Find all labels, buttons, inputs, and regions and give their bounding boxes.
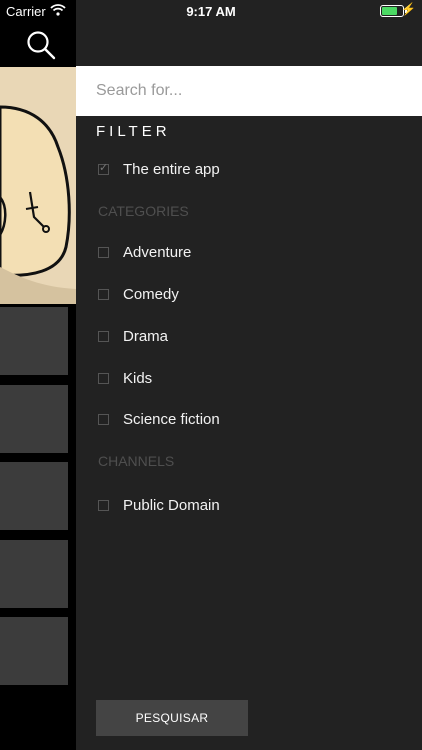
search-submit-button[interactable]: PESQUISAR <box>96 700 248 736</box>
checkbox-checked[interactable] <box>98 161 109 175</box>
checkbox[interactable] <box>98 413 109 425</box>
charging-bolt-icon: ⚡ <box>401 2 416 16</box>
background-content <box>0 0 76 750</box>
category-kids[interactable]: Kids <box>96 366 152 390</box>
channels-heading: CHANNELS <box>98 453 175 469</box>
clock: 9:17 AM <box>186 4 236 19</box>
channel-public-domain[interactable]: Public Domain <box>96 493 220 517</box>
category-label: Adventure <box>123 243 192 261</box>
category-adventure[interactable]: Adventure <box>96 240 191 264</box>
thumbnail-tile[interactable] <box>0 307 68 375</box>
channel-label: Public Domain <box>123 496 220 514</box>
thumbnail-tile[interactable] <box>0 540 68 608</box>
featured-thumbnail[interactable] <box>0 67 76 304</box>
checkbox[interactable] <box>98 372 109 384</box>
filter-option-entire-app[interactable]: The entire app <box>96 157 220 181</box>
thumbnail-tile[interactable] <box>0 462 68 530</box>
thumbnail-tile[interactable] <box>0 385 68 453</box>
search-icon[interactable] <box>24 28 58 62</box>
search-input[interactable]: Search for... <box>76 66 422 116</box>
checkbox[interactable] <box>98 330 109 342</box>
category-science-fiction[interactable]: Science fiction <box>96 407 220 431</box>
category-label: Drama <box>123 327 169 345</box>
thumbnail-tile[interactable] <box>0 617 68 685</box>
filter-title: FILTER <box>96 123 171 140</box>
checkbox[interactable] <box>98 499 109 511</box>
status-bar: Carrier 9:17 AM ⚡ <box>0 0 422 22</box>
category-comedy[interactable]: Comedy <box>96 282 179 306</box>
category-label: Science fiction <box>123 410 220 428</box>
category-label: Kids <box>123 369 153 387</box>
categories-heading: CATEGORIES <box>98 203 189 219</box>
battery-fill <box>382 7 398 15</box>
category-label: Comedy <box>123 285 179 303</box>
category-drama[interactable]: Drama <box>96 324 168 348</box>
checkbox[interactable] <box>98 288 109 300</box>
filter-option-label: The entire app <box>123 160 220 178</box>
checkbox[interactable] <box>98 246 109 258</box>
